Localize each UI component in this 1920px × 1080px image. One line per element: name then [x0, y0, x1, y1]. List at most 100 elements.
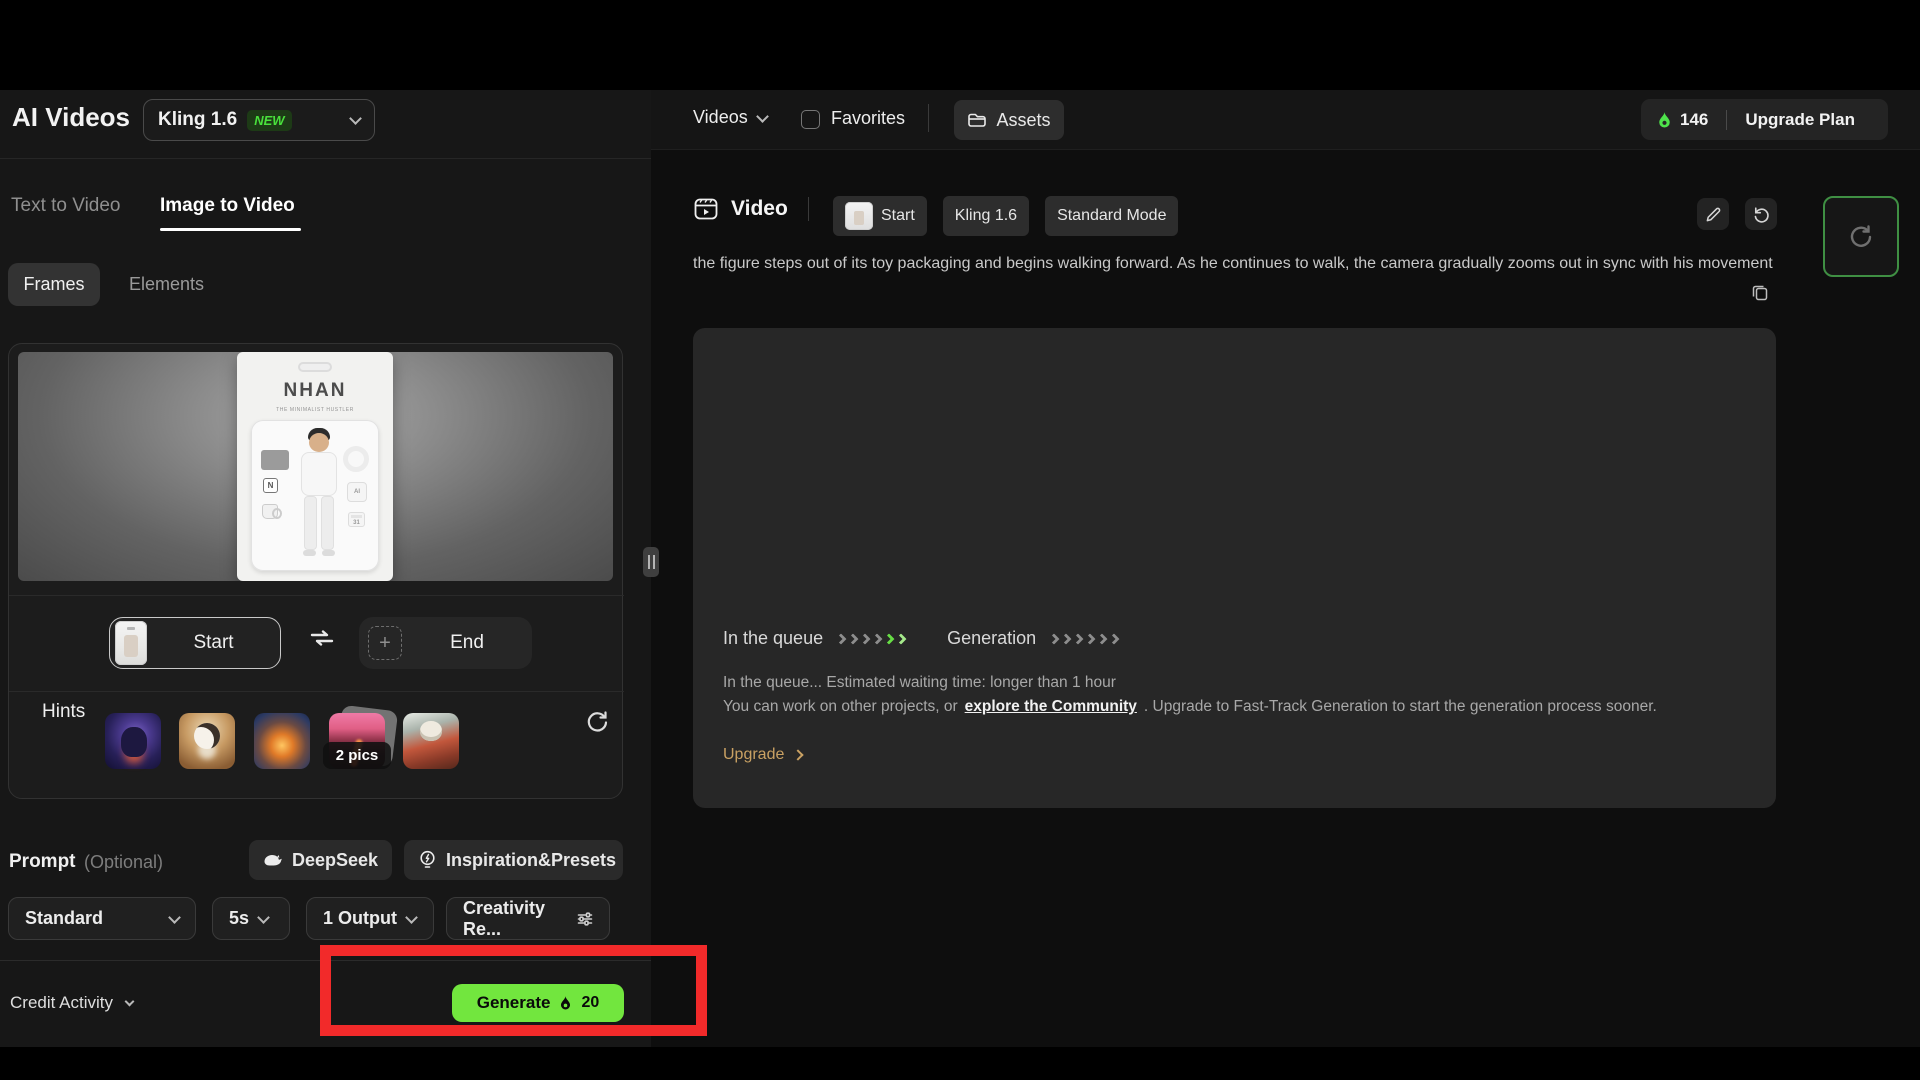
refresh-hints-icon[interactable]: [585, 710, 609, 734]
chevron-down-icon: [124, 997, 134, 1007]
spinner-icon: [1848, 224, 1874, 250]
swap-frames-icon[interactable]: [309, 630, 335, 646]
accessory-n-chip: N: [263, 478, 278, 493]
stage-generation-label: Generation: [947, 628, 1036, 649]
generate-cost: 20: [581, 994, 599, 1012]
tab-frames[interactable]: Frames: [8, 263, 100, 306]
inspiration-presets-button[interactable]: Inspiration&Presets: [404, 840, 623, 880]
tab-elements[interactable]: Elements: [129, 274, 204, 295]
tag-label: Start: [881, 207, 915, 225]
deepseek-label: DeepSeek: [292, 850, 378, 871]
credits-count: 146: [1680, 110, 1708, 130]
upgrade-link[interactable]: Upgrade: [723, 746, 802, 764]
toy-package: NHAN THE MINIMALIST HUSTLER N AI 31: [237, 352, 393, 581]
accessory-headphones: [343, 446, 369, 472]
model-selector[interactable]: Kling 1.6 NEW: [143, 99, 375, 141]
favorites-label[interactable]: Favorites: [831, 108, 905, 129]
assets-label: Assets: [996, 110, 1050, 131]
lightbulb-icon: [418, 850, 437, 870]
credits-pill[interactable]: 146 Upgrade Plan: [1641, 99, 1888, 140]
tag-mode[interactable]: Standard Mode: [1045, 196, 1178, 236]
package-title: NHAN: [237, 380, 393, 402]
credit-flame-icon: [1657, 111, 1672, 129]
tab-image-to-video[interactable]: Image to Video: [160, 195, 295, 217]
generate-label: Generate: [477, 993, 551, 1013]
video-card-header: Video: [693, 196, 829, 222]
queue-stages: In the queue Generation: [723, 628, 1136, 649]
assets-button[interactable]: Assets: [954, 100, 1064, 140]
deepseek-button[interactable]: DeepSeek: [249, 840, 392, 880]
credit-flame-icon: [559, 995, 572, 1011]
figure-leg: [304, 496, 317, 550]
upgrade-plan-button[interactable]: Upgrade Plan: [1745, 110, 1855, 130]
panel-resize-handle[interactable]: [643, 547, 659, 577]
hint-thumbnail-fire-girl[interactable]: [254, 713, 310, 769]
package-tray: N AI 31: [251, 420, 379, 571]
queue-info-suffix: . Upgrade to Fast-Track Generation to st…: [1144, 698, 1657, 715]
start-frame-preview-image[interactable]: NHAN THE MINIMALIST HUSTLER N AI 31: [18, 352, 613, 581]
creativity-control[interactable]: Creativity Re...: [446, 897, 610, 940]
video-card-title: Video: [731, 197, 788, 221]
accessory-calendar: 31: [348, 512, 365, 527]
chevron-down-icon: [168, 911, 181, 924]
new-badge: NEW: [247, 110, 291, 131]
queue-progress-chevrons: [837, 635, 909, 643]
queue-info-prefix: You can work on other projects, or: [723, 698, 958, 715]
frames-card: NHAN THE MINIMALIST HUSTLER N AI 31: [8, 343, 623, 799]
tag-model[interactable]: Kling 1.6: [943, 196, 1029, 236]
credit-activity-label: Credit Activity: [10, 993, 113, 1012]
page-title: AI Videos: [12, 102, 130, 133]
figure-head: [309, 433, 329, 452]
video-prompt-text: the figure steps out of its toy packagin…: [693, 249, 1785, 278]
stage-queue-label: In the queue: [723, 628, 823, 649]
tag-start-frame[interactable]: Start: [833, 196, 927, 236]
creativity-value: Creativity Re...: [463, 898, 569, 940]
tab-text-to-video[interactable]: Text to Video: [11, 195, 121, 217]
videos-label: Videos: [693, 107, 748, 128]
hint-thumbnail-astronaut[interactable]: [105, 713, 161, 769]
divider: [9, 691, 624, 692]
sliders-icon: [577, 911, 593, 927]
videos-filter-dropdown[interactable]: Videos: [693, 107, 767, 128]
queue-status-text: In the queue... Estimated waiting time: …: [723, 674, 1116, 692]
regenerate-button[interactable]: [1745, 198, 1777, 230]
end-slot-label: End: [402, 632, 532, 654]
quality-dropdown[interactable]: Standard: [8, 897, 196, 940]
chevron-down-icon: [405, 911, 418, 924]
accessory-ai-chip: AI: [347, 482, 367, 502]
chevron-down-icon: [257, 911, 270, 924]
start-slot-label: Start: [147, 632, 280, 654]
end-frame-slot[interactable]: + End: [359, 617, 532, 669]
duration-dropdown[interactable]: 5s: [212, 897, 290, 940]
app-root: AI Videos Kling 1.6 NEW Text to Video Im…: [0, 0, 1920, 1080]
folder-icon: [967, 111, 987, 129]
model-name: Kling 1.6: [158, 109, 237, 131]
hints-label: Hints: [42, 701, 85, 723]
tag-label: Standard Mode: [1057, 207, 1166, 225]
whale-icon: [263, 853, 283, 868]
inspiration-label: Inspiration&Presets: [446, 850, 616, 871]
generation-task-thumbnail-selected[interactable]: [1823, 196, 1899, 277]
favorites-checkbox[interactable]: [801, 110, 820, 129]
two-pics-badge: 2 pics: [323, 742, 391, 769]
divider: [1726, 110, 1727, 130]
accessory-laptop: [261, 450, 289, 470]
start-frame-slot[interactable]: Start: [109, 617, 281, 669]
generate-button[interactable]: Generate 20: [452, 984, 624, 1022]
output-count-dropdown[interactable]: 1 Output: [306, 897, 434, 940]
duration-value: 5s: [229, 908, 249, 929]
hint-thumbnail-cat[interactable]: [403, 713, 459, 769]
divider: [9, 595, 624, 596]
quality-value: Standard: [25, 908, 103, 929]
figure-shoe: [303, 550, 316, 556]
credit-activity-toggle[interactable]: Credit Activity: [10, 993, 133, 1013]
divider: [0, 158, 651, 159]
copy-prompt-icon[interactable]: [1751, 283, 1769, 301]
add-end-frame-icon: +: [368, 626, 402, 660]
right-panel: Videos Favorites Assets 146: [651, 90, 1920, 1047]
explore-community-link[interactable]: explore the Community: [965, 698, 1137, 715]
edit-prompt-button[interactable]: [1697, 198, 1729, 230]
package-hang-tab: [298, 362, 332, 372]
hint-thumbnail-panda[interactable]: [179, 713, 235, 769]
chevron-down-icon: [756, 110, 769, 123]
